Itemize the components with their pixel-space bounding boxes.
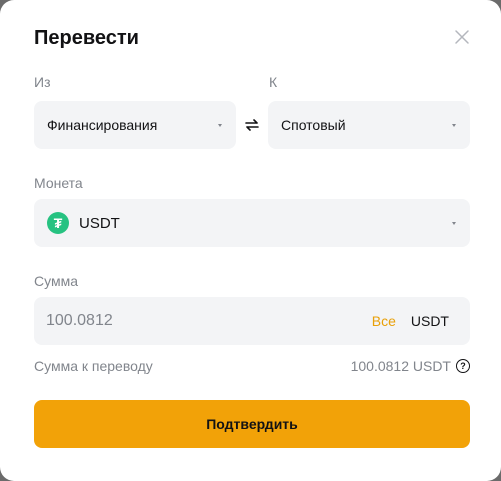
amount-field: Все USDT	[34, 297, 470, 345]
from-account-select[interactable]: Финансирования	[34, 101, 236, 149]
amount-currency: USDT	[410, 313, 449, 329]
chevron-down-icon	[452, 221, 456, 225]
chevron-down-icon	[218, 123, 222, 127]
coin-value: USDT	[79, 214, 120, 232]
amount-input[interactable]	[46, 312, 372, 330]
to-label: К	[269, 74, 278, 90]
coin-select[interactable]: ₮ USDT	[34, 199, 470, 247]
from-label: Из	[34, 74, 51, 90]
transfer-dialog: Перевести Из К Финансирования Спотовый М…	[0, 0, 501, 481]
amount-label: Сумма	[34, 273, 78, 289]
close-icon[interactable]	[453, 28, 471, 46]
all-button[interactable]: Все	[372, 313, 396, 329]
to-account-value: Спотовый	[281, 117, 346, 133]
transfer-amount: 100.0812 USDT ?	[351, 358, 470, 374]
dialog-title: Перевести	[34, 27, 139, 49]
usdt-coin-icon: ₮	[47, 212, 69, 234]
transfer-amount-value: 100.0812 USDT	[350, 358, 451, 374]
to-account-select[interactable]: Спотовый	[268, 101, 470, 149]
confirm-button[interactable]: Подтвердить	[34, 400, 470, 448]
swap-icon[interactable]	[243, 116, 261, 134]
transfer-amount-label: Сумма к переводу	[34, 358, 153, 374]
transfer-amount-row: Сумма к переводу 100.0812 USDT ?	[34, 358, 470, 374]
chevron-down-icon	[452, 123, 456, 127]
help-icon[interactable]: ?	[456, 359, 470, 373]
coin-label: Монета	[34, 175, 83, 191]
from-account-value: Финансирования	[47, 117, 158, 133]
